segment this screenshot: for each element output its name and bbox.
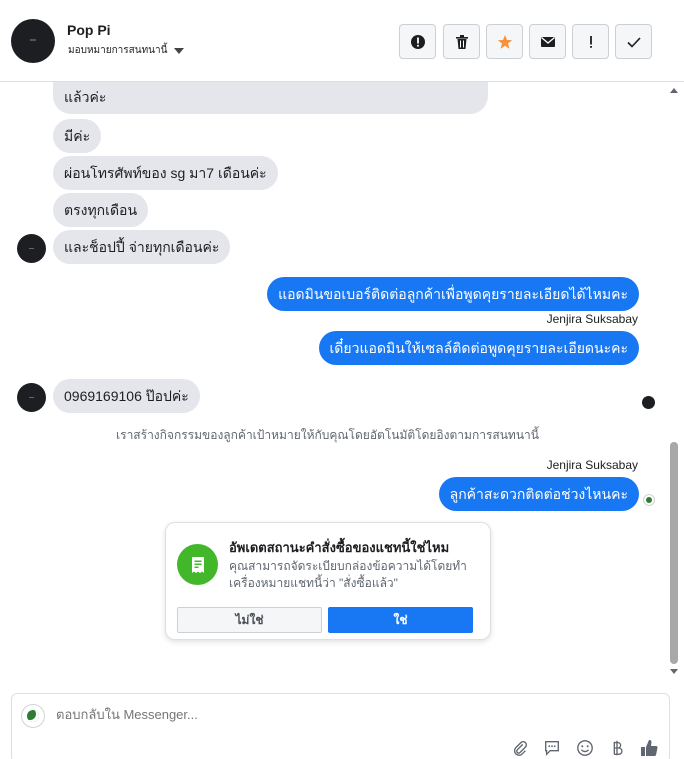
contact-name[interactable]: Pop Pi xyxy=(67,22,111,38)
message-bubble-outgoing: ลูกค้าสะดวกติดต่อช่วงไหนคะ xyxy=(438,477,639,511)
scroll-down-arrow-icon[interactable] xyxy=(670,669,678,674)
reply-input[interactable] xyxy=(56,707,506,722)
scroll-up-arrow-icon[interactable] xyxy=(670,88,678,93)
chevron-down-icon xyxy=(174,47,185,54)
page-avatar xyxy=(21,704,45,728)
assign-conversation-dropdown[interactable]: มอบหมายการสนทนานี้ xyxy=(68,43,185,58)
contact-avatar-small xyxy=(17,383,46,412)
alert-circle-icon xyxy=(410,34,425,49)
message-text: แอดมินขอเบอร์ติดต่อลูกค้าเพื่อพูดคุยรายล… xyxy=(278,286,628,302)
message-text: ตรงทุกเดือน xyxy=(64,202,138,218)
assign-label: มอบหมายการสนทนานี้ xyxy=(68,45,168,56)
message-text: และช็อปปี้ จ่ายทุกเดือนค่ะ xyxy=(64,239,220,255)
message-text: เดี๋ยวแอดมินให้เซลล์ติดต่อพูดคุยรายละเอี… xyxy=(329,340,629,356)
system-note: เราสร้างกิจกรรมของลูกค้าเป้าหมายให้กับคุ… xyxy=(116,428,539,442)
sender-name: Jenjira Suksabay xyxy=(546,312,638,326)
message-bubble-incoming: และช็อปปี้ จ่ายทุกเดือนค่ะ xyxy=(53,230,231,264)
mark-unread-button[interactable] xyxy=(529,24,566,59)
contact-avatar-small xyxy=(17,234,46,263)
sender-name: Jenjira Suksabay xyxy=(546,458,638,472)
mark-done-button[interactable] xyxy=(615,24,652,59)
flag-button[interactable] xyxy=(572,24,609,59)
yes-button[interactable]: ใช่ xyxy=(328,607,473,633)
message-bubble-incoming: 0969169106 ป๊อปค่ะ xyxy=(53,379,200,413)
attachment-icon[interactable] xyxy=(510,738,530,758)
thread-scrollbar[interactable] xyxy=(667,82,681,682)
emoji-icon[interactable] xyxy=(575,738,595,758)
message-text: มีค่ะ xyxy=(64,128,91,144)
message-bubble-outgoing: เดี๋ยวแอดมินให้เซลล์ติดต่อพูดคุยรายละเอี… xyxy=(318,331,639,365)
trash-icon xyxy=(455,34,468,49)
contact-avatar[interactable] xyxy=(11,19,55,63)
order-status-prompt-card: อัพเดตสถานะคำสั่งซื้อของแชทนี้ใช่ไหม คุณ… xyxy=(165,522,491,640)
like-icon[interactable] xyxy=(639,738,659,758)
checkmark-icon xyxy=(626,36,641,48)
read-receipt-avatar xyxy=(643,494,655,506)
read-receipt-avatar xyxy=(642,396,655,409)
message-bubble-outgoing: แอดมินขอเบอร์ติดต่อลูกค้าเพื่อพูดคุยรายล… xyxy=(267,277,639,311)
saved-reply-icon[interactable] xyxy=(542,738,562,758)
message-text: 0969169106 ป๊อปค่ะ xyxy=(64,388,189,404)
delete-button[interactable] xyxy=(443,24,480,59)
message-bubble-incoming: ตรงทุกเดือน xyxy=(53,193,149,227)
reply-composer xyxy=(11,693,670,759)
message-bubble-incoming: ผ่อนโทรศัพท์ของ sg มา7 เดือนค่ะ xyxy=(53,156,278,190)
message-bubble-incoming: แล้วค่ะ xyxy=(53,82,488,114)
star-button[interactable] xyxy=(486,24,523,59)
message-bubble-incoming: มีค่ะ xyxy=(53,119,102,153)
conversation-header: Pop Pi มอบหมายการสนทนานี้ xyxy=(0,0,684,82)
no-button[interactable]: ไม่ใช่ xyxy=(177,607,322,633)
message-text: ผ่อนโทรศัพท์ของ sg มา7 เดือนค่ะ xyxy=(64,165,267,181)
envelope-icon xyxy=(540,36,555,47)
card-title: อัพเดตสถานะคำสั่งซื้อของแชทนี้ใช่ไหม xyxy=(229,540,450,555)
scroll-thumb[interactable] xyxy=(670,442,678,664)
star-icon xyxy=(497,34,512,49)
exclamation-icon xyxy=(589,35,592,48)
message-text: ลูกค้าสะดวกติดต่อช่วงไหนคะ xyxy=(449,486,628,502)
payment-icon[interactable] xyxy=(607,738,627,758)
message-text: แล้วค่ะ xyxy=(64,89,107,105)
card-body: คุณสามารถจัดระเบียบกล่องข้อความได้โดยทำเ… xyxy=(229,559,467,590)
receipt-icon xyxy=(177,544,218,585)
mark-spam-button[interactable] xyxy=(399,24,436,59)
